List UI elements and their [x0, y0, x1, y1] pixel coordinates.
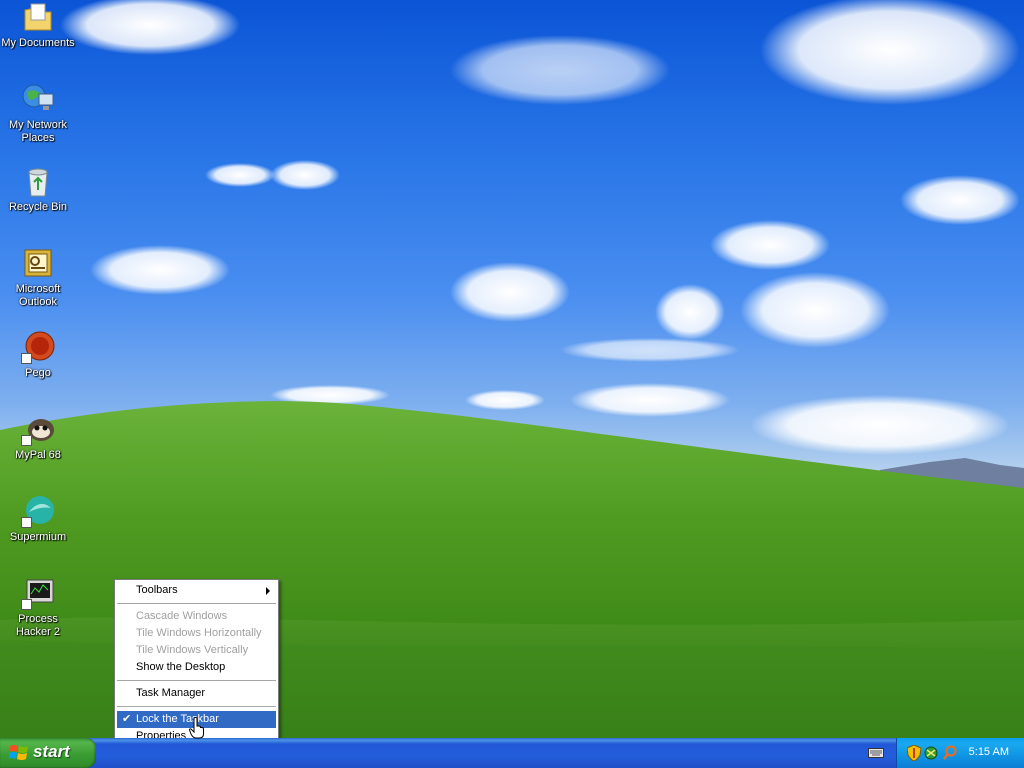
- menu-separator: [117, 706, 276, 707]
- outlook-icon: [21, 246, 55, 280]
- my-documents-icon: [21, 0, 55, 34]
- menu-item-label: Lock the Taskbar: [136, 713, 219, 725]
- menu-item-cascade-windows: Cascade Windows: [117, 608, 276, 625]
- menu-item-tile-vertically: Tile Windows Vertically: [117, 642, 276, 659]
- menu-item-label: Tile Windows Horizontally: [136, 627, 262, 639]
- pego-icon: [21, 330, 55, 364]
- clock[interactable]: 5:15 AM: [969, 746, 1009, 758]
- menu-item-label: Tile Windows Vertically: [136, 644, 249, 656]
- desktop-icon-supermium[interactable]: Supermium: [0, 494, 76, 544]
- menu-item-tile-horizontally: Tile Windows Horizontally: [117, 625, 276, 642]
- network-places-icon: [21, 82, 55, 116]
- start-button[interactable]: start: [0, 738, 96, 768]
- desktop-icon-label: My Network Places: [8, 119, 68, 144]
- desktop-icon-my-network-places[interactable]: My Network Places: [0, 82, 76, 145]
- start-label: start: [33, 742, 70, 761]
- desktop-icon-label: Supermium: [9, 531, 67, 543]
- shortcut-arrow-icon: [21, 517, 32, 528]
- menu-separator: [117, 680, 276, 681]
- windows-logo-icon: [9, 745, 28, 760]
- keyboard-icon[interactable]: [868, 746, 884, 760]
- system-tray: 5:15 AM: [896, 738, 1024, 768]
- desktop-icon-microsoft-outlook[interactable]: Microsoft Outlook: [0, 246, 76, 309]
- shortcut-arrow-icon: [21, 599, 32, 610]
- mypal-icon: [21, 412, 55, 446]
- desktop-icon-label: Pego: [25, 367, 51, 379]
- menu-item-label: Task Manager: [136, 687, 206, 699]
- menu-item-label: Toolbars: [136, 584, 178, 596]
- desktop-icon-my-documents[interactable]: My Documents: [0, 0, 76, 50]
- hand-cursor-icon: [189, 717, 204, 739]
- desktop-icon-label: Recycle Bin: [8, 201, 68, 213]
- process-hacker-icon: [21, 576, 55, 610]
- menu-item-toolbars[interactable]: Toolbars: [117, 582, 276, 599]
- desktop-icon-pego[interactable]: Pego: [0, 330, 76, 380]
- search-icon[interactable]: [943, 745, 957, 761]
- shortcut-arrow-icon: [21, 353, 32, 364]
- desktop-icon-mypal[interactable]: MyPal 68: [0, 412, 76, 462]
- desktop-icon-recycle-bin[interactable]: Recycle Bin: [0, 164, 76, 214]
- menu-item-label: Cascade Windows: [136, 610, 228, 622]
- menu-item-task-manager[interactable]: Task Manager: [117, 685, 276, 702]
- desktop-icon-label: Microsoft Outlook: [15, 283, 61, 308]
- menu-item-label: Show the Desktop: [136, 661, 226, 673]
- checkmark-icon: ✔: [122, 713, 132, 725]
- desktop-icon-label: My Documents: [1, 37, 75, 49]
- recycle-bin-icon: [21, 164, 55, 198]
- desktop-icon-label: Process Hacker 2: [15, 613, 61, 638]
- shortcut-arrow-icon: [21, 435, 32, 446]
- menu-separator: [117, 603, 276, 604]
- desktop-icon-label: MyPal 68: [15, 449, 61, 461]
- submenu-arrow-icon: [266, 587, 270, 595]
- security-shield-icon[interactable]: [907, 745, 921, 761]
- desktop-icon-process-hacker[interactable]: Process Hacker 2: [0, 576, 76, 639]
- network-icon[interactable]: [924, 745, 938, 761]
- menu-item-show-desktop[interactable]: Show the Desktop: [117, 659, 276, 676]
- supermium-icon: [21, 494, 55, 528]
